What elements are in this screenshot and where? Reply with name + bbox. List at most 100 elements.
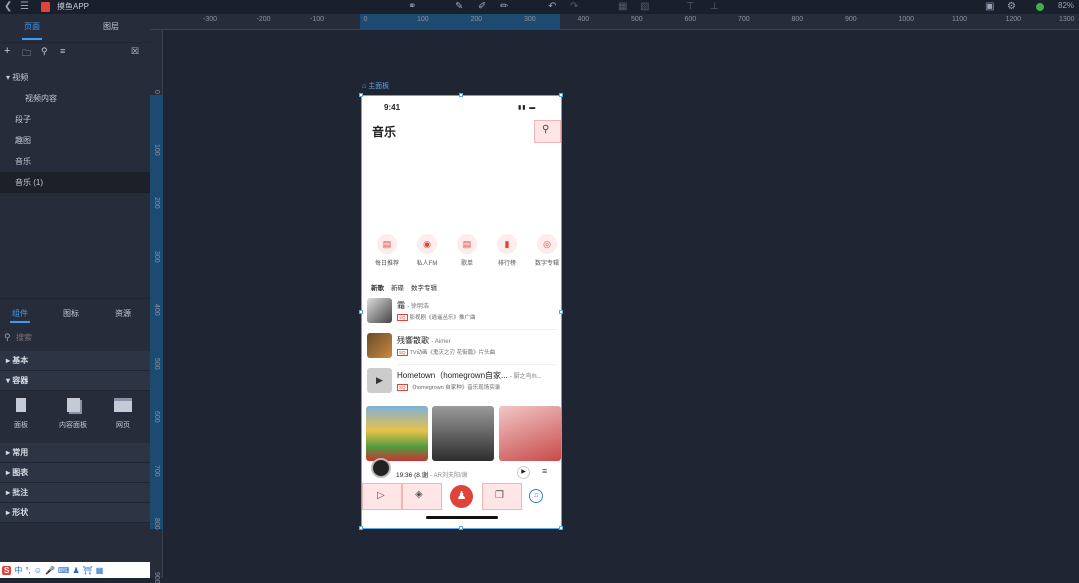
tab-pages[interactable]: 页面 [24, 21, 40, 32]
page-item-jokes[interactable]: 段子 [15, 114, 31, 125]
component-webpage[interactable]: 网页 [110, 398, 136, 430]
ruler-tick: 1300 [1059, 16, 1075, 23]
page-item-music[interactable]: 音乐 [15, 156, 31, 167]
grid-icon[interactable]: ▦ [96, 566, 104, 575]
ruler-tick: -300 [203, 16, 217, 23]
page-item-video[interactable]: ▾ 视频 [6, 72, 28, 83]
component-panel[interactable]: 面板 [8, 398, 34, 430]
resize-handle[interactable] [559, 93, 563, 97]
section-basic[interactable]: ▸ 基本 [0, 351, 150, 371]
ime-mode[interactable]: 中 [14, 565, 22, 576]
ime-logo-icon[interactable]: S [2, 566, 11, 575]
layer-up-icon[interactable]: ⊤ [686, 0, 695, 14]
section-common[interactable]: ▸ 常用 [0, 443, 150, 463]
mini-player[interactable]: 19:36 (8.谢 - AR刘夫阳/谢 ▶ ≡ [362, 461, 562, 483]
ime-punct[interactable]: °, [25, 566, 30, 575]
ruler-tick: 1200 [1006, 16, 1022, 23]
section-shapes[interactable]: ▸ 形状 [0, 503, 150, 523]
music-nav-icon[interactable]: ♫ [529, 489, 543, 503]
play-icon[interactable]: ▶ [517, 466, 530, 479]
phone-artboard[interactable]: 9:41 ▮▮ ▬ 音乐 ⚲ ▤每日推荐◉私人FM▤歌单▮排行榜◎数字专辑 新歌… [361, 95, 562, 529]
component-search-input[interactable] [16, 331, 136, 343]
section-annotation[interactable]: ▸ 批注 [0, 483, 150, 503]
pencil-icon[interactable]: ✏ [500, 0, 508, 14]
quick-entry[interactable]: ▮排行榜 [492, 234, 522, 267]
video-nav-icon[interactable]: ▷ [377, 490, 385, 501]
align-icon[interactable]: ▦ [618, 0, 627, 14]
component-content-panel[interactable]: 内容面板 [56, 398, 90, 430]
resize-handle[interactable] [359, 310, 363, 314]
device-icon[interactable]: ▣ [985, 0, 994, 14]
section-container[interactable]: ▾ 容器 [0, 371, 150, 391]
list-item[interactable]: 霜 - 徐明浩 SQ影视剧《逍遥丛乐》推广曲 [367, 296, 557, 329]
windows-nav-icon[interactable]: ❐ [495, 490, 504, 501]
section-charts[interactable]: ▸ 图表 [0, 463, 150, 483]
design-canvas[interactable] [163, 30, 1079, 578]
search-icon[interactable]: ⚲ [41, 46, 48, 57]
quick-entry[interactable]: ◎数字专辑 [532, 234, 562, 267]
song-sub-line: SQ影视剧《逍遥丛乐》推广曲 [397, 313, 476, 321]
quick-entry[interactable]: ◉私人FM [412, 234, 442, 267]
zoom-level[interactable]: 82% [1058, 1, 1074, 10]
artboard-title: 主面板 [368, 83, 389, 90]
skin-icon[interactable]: ⛩ [83, 566, 93, 575]
mic-icon[interactable]: 🎤 [45, 566, 55, 575]
album-cover [367, 298, 392, 323]
tab-resources[interactable]: 资源 [115, 308, 131, 319]
delete-page-icon[interactable]: ☒ [131, 46, 139, 57]
pen-icon[interactable]: ✐ [478, 0, 486, 14]
artboard-label[interactable]: ⌂ 主面板 [362, 81, 389, 91]
resize-handle[interactable] [559, 310, 563, 314]
add-folder-icon[interactable]: 🗀 [22, 46, 31, 62]
section-label: 图表 [12, 468, 28, 477]
keyboard-icon[interactable]: ⌨ [58, 566, 70, 575]
album-cover [367, 333, 392, 358]
page-item-music-1[interactable]: 音乐 (1) [15, 177, 43, 188]
user-icon[interactable]: ♟ [72, 566, 79, 575]
tab-new-albums[interactable]: 新碟 [391, 282, 404, 292]
song-artist: - 徐明浩 [407, 304, 429, 310]
tab-layers[interactable]: 图层 [103, 21, 119, 32]
page-item-video-content[interactable]: 视频内容 [25, 93, 57, 104]
tab-new-songs[interactable]: 新歌 [371, 282, 384, 292]
back-icon[interactable]: ❮ [4, 0, 12, 14]
queue-icon[interactable]: ≡ [542, 466, 547, 476]
section-label: 形状 [12, 508, 28, 517]
undo-icon[interactable]: ↶ [548, 0, 556, 14]
ruler-tick: 1000 [899, 16, 915, 23]
export-icon[interactable]: ✎ [455, 0, 463, 14]
resize-handle[interactable] [459, 93, 463, 97]
playlist-cover[interactable] [432, 406, 494, 461]
search-icon[interactable]: ⚲ [542, 124, 549, 135]
layer-down-icon[interactable]: ⊥ [710, 0, 719, 14]
list-item[interactable]: 残響散歌 - Aimer SQTV动画《鬼灭之刃 花街篇》片头曲 [367, 331, 557, 364]
list-item[interactable]: ▶ Hometown（homegrown自家... - 厨之鸟/h... SQ《… [367, 366, 557, 399]
share-icon[interactable]: ⚭ [408, 0, 416, 14]
tab-icons[interactable]: 图标 [63, 308, 79, 319]
quick-entry-label: 每日推荐 [372, 258, 402, 267]
add-page-icon[interactable]: + [4, 45, 10, 57]
playlist-cover[interactable] [499, 406, 561, 461]
layers-nav-icon[interactable]: ◈ [415, 489, 423, 500]
menu-icon[interactable]: ☰ [20, 0, 29, 14]
resize-handle[interactable] [459, 526, 463, 530]
tab-components[interactable]: 组件 [12, 308, 28, 319]
redo-icon[interactable]: ↷ [570, 0, 578, 14]
playlist-cover[interactable] [366, 406, 428, 461]
quick-entry[interactable]: ▤歌单 [452, 234, 482, 267]
ime-emoji-icon[interactable]: ☺ [34, 566, 42, 575]
divider [397, 329, 557, 330]
quick-entry[interactable]: ▤每日推荐 [372, 234, 402, 267]
sort-icon[interactable]: ≡ [60, 46, 65, 56]
quality-badge: SQ [397, 314, 408, 321]
page-item-pics[interactable]: 趣图 [15, 135, 31, 146]
settings-icon[interactable]: ⚙ [1007, 0, 1016, 14]
ruler-tick: 800 [153, 518, 160, 530]
divider [0, 298, 150, 299]
distribute-icon[interactable]: ▧ [640, 0, 649, 14]
profile-nav-icon[interactable]: ♟ [450, 485, 473, 508]
tab-digital-albums[interactable]: 数字专辑 [411, 282, 437, 292]
resize-handle[interactable] [359, 526, 363, 530]
resize-handle[interactable] [359, 93, 363, 97]
resize-handle[interactable] [559, 526, 563, 530]
